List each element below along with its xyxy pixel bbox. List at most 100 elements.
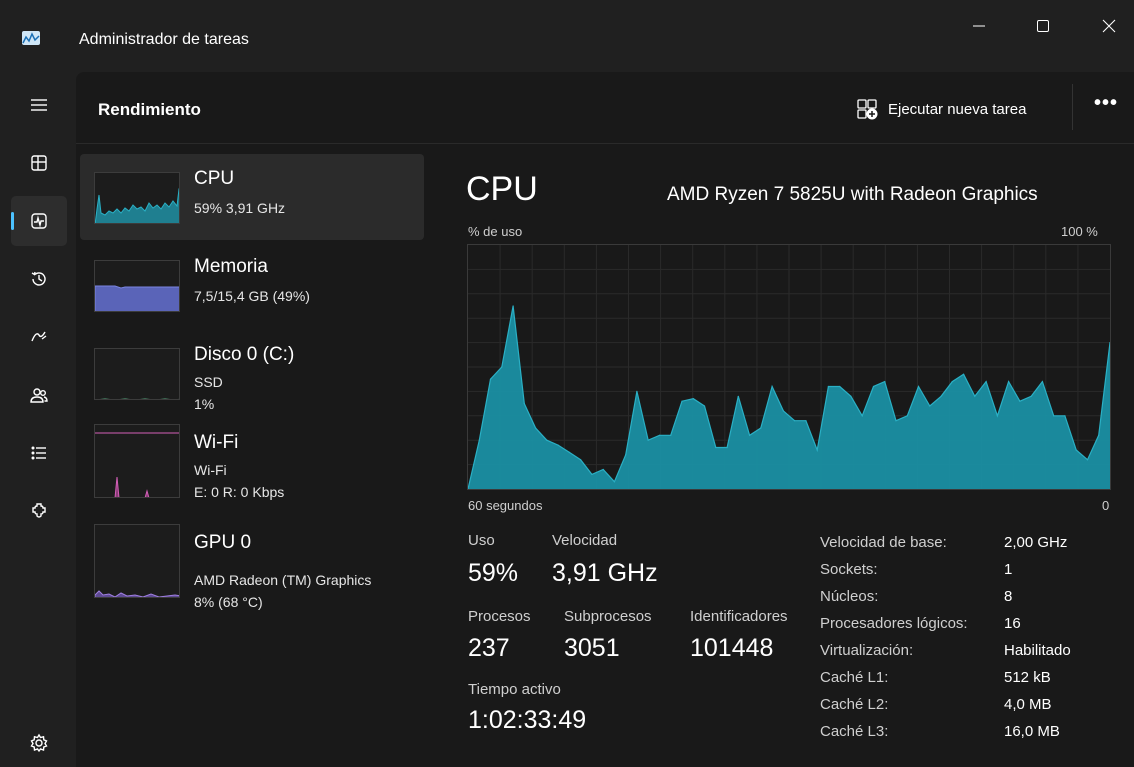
history-icon xyxy=(31,271,46,286)
cpu-usage-point xyxy=(996,415,999,417)
nav-settings[interactable] xyxy=(11,718,67,767)
device-memory[interactable]: Memoria 7,5/15,4 GB (49%) xyxy=(80,242,424,328)
settings-icon xyxy=(30,733,48,753)
run-new-task-label: Ejecutar nueva tarea xyxy=(888,100,1027,118)
cpu-usage-point xyxy=(737,395,739,397)
cpu-usage-point xyxy=(591,473,593,475)
procesos-label: Procesos xyxy=(468,608,531,625)
cpu-usage-point xyxy=(850,395,852,397)
velocidad-label: Velocidad xyxy=(552,532,618,549)
cpu-usage-point xyxy=(782,410,784,412)
cpu-usage-point xyxy=(760,427,762,429)
page-title: Rendimiento xyxy=(98,100,201,119)
velocidad-value: 3,91 GHz xyxy=(552,559,658,587)
device-name: Disco 0 (C:) xyxy=(194,344,295,365)
performance-icon xyxy=(31,213,47,229)
cpu-usage-point xyxy=(1008,381,1010,383)
cpu-usage-point xyxy=(692,398,694,400)
cpu-usage-point xyxy=(478,439,480,441)
nav-processes[interactable] xyxy=(11,138,67,188)
nav-app-history[interactable] xyxy=(11,254,67,304)
services-icon xyxy=(32,503,46,518)
cpu-usage-point xyxy=(985,381,987,383)
cpu-usage-point xyxy=(636,390,638,392)
uptime-value: 1:02:33:49 xyxy=(468,706,587,734)
processes-icon xyxy=(31,155,47,171)
max-axis-label: 100 % xyxy=(1061,224,1098,239)
cpu-usage-point xyxy=(861,415,863,417)
cpu-usage-point xyxy=(512,305,514,307)
cpu-usage-point xyxy=(501,366,503,368)
nav-performance[interactable] xyxy=(11,196,67,246)
device-stat: 8% (68 °C) xyxy=(194,594,263,610)
cpu-usage-point xyxy=(670,434,672,436)
menu-icon xyxy=(31,99,47,111)
device-name: GPU 0 xyxy=(194,532,252,553)
spec-value: 16 xyxy=(1004,615,1021,632)
spec-value: 2,00 GHz xyxy=(1004,534,1068,551)
cpu-usage-point xyxy=(1041,381,1043,383)
cpu-usage-point xyxy=(1019,400,1021,402)
device-name: CPU xyxy=(194,168,235,189)
device-disk-0[interactable]: Disco 0 (C:) SSD 1% xyxy=(80,330,424,416)
spec-value: Habilitado xyxy=(1004,642,1071,659)
cpu-usage-point xyxy=(1075,449,1077,451)
nav-details[interactable] xyxy=(11,428,67,478)
device-cpu[interactable]: CPU 59% 3,91 GHz xyxy=(80,154,424,240)
new-task-icon xyxy=(857,99,878,120)
nav-services[interactable] xyxy=(11,486,67,536)
spec-label: Núcleos: xyxy=(820,588,879,605)
cpu-usage-point xyxy=(523,403,525,405)
device-stat: 1% xyxy=(194,396,215,412)
memory-thumbnail-graph xyxy=(94,260,180,312)
cpu-usage-point xyxy=(794,420,796,422)
subprocesos-value: 3051 xyxy=(564,634,620,662)
cpu-usage-point xyxy=(647,439,649,441)
uptime-label: Tiempo activo xyxy=(468,681,561,698)
cpu-usage-point xyxy=(805,420,807,422)
cpu-usage-point xyxy=(816,449,818,451)
minimize-button[interactable] xyxy=(957,8,1001,44)
disk-thumbnail-graph xyxy=(94,348,180,400)
device-gpu-0[interactable]: GPU 0 AMD Radeon (TM) Graphics 8% (68 °C… xyxy=(80,518,424,610)
close-button[interactable] xyxy=(1087,8,1131,44)
detail-title: CPU xyxy=(466,170,538,208)
nav-users[interactable] xyxy=(11,370,67,420)
more-options-button[interactable]: ••• xyxy=(1094,92,1118,115)
page-header: Rendimiento Ejecutar nueva tarea ••• xyxy=(76,72,1134,144)
cpu-usage-point xyxy=(749,434,751,436)
device-wifi[interactable]: Wi-Fi Wi-Fi E: 0 R: 0 Kbps xyxy=(80,418,424,504)
maximize-icon xyxy=(1037,20,1049,32)
details-icon xyxy=(31,446,46,460)
wifi-thumbnail-graph xyxy=(94,424,180,498)
cpu-usage-point xyxy=(1086,459,1089,461)
cpu-usage-point xyxy=(726,446,728,449)
cpu-usage-point xyxy=(489,378,492,380)
close-icon xyxy=(1102,19,1116,33)
nav-startup-apps[interactable] xyxy=(11,312,67,362)
uso-value: 59% xyxy=(468,559,519,587)
main-panel: Rendimiento Ejecutar nueva tarea ••• CPU… xyxy=(76,72,1134,767)
spec-label: Caché L1: xyxy=(820,669,889,686)
cpu-usage-point xyxy=(963,373,965,375)
subprocesos-label: Subprocesos xyxy=(564,608,652,625)
cpu-usage-point xyxy=(895,420,897,422)
procesos-value: 237 xyxy=(468,634,510,662)
device-stat: 7,5/15,4 GB (49%) xyxy=(194,288,310,304)
cpu-usage-point xyxy=(1030,395,1032,397)
run-new-task-button[interactable]: Ejecutar nueva tarea xyxy=(856,94,1026,124)
device-name: Memoria xyxy=(194,256,268,277)
device-name: Wi-Fi xyxy=(194,432,239,453)
device-stat: 59% 3,91 GHz xyxy=(194,200,286,216)
cpu-usage-point xyxy=(940,395,942,397)
device-model: AMD Radeon (TM) Graphics xyxy=(194,572,372,588)
maximize-button[interactable] xyxy=(1021,8,1065,44)
cpu-usage-point xyxy=(580,459,582,461)
spec-label: Virtualización: xyxy=(820,642,914,659)
hamburger-menu-button[interactable] xyxy=(11,80,67,130)
cpu-usage-point xyxy=(1064,415,1066,417)
cpu-thumbnail-graph xyxy=(94,172,180,224)
spec-label: Caché L3: xyxy=(820,723,889,740)
cpu-usage-point xyxy=(715,446,717,449)
usage-axis-label: % de uso xyxy=(468,224,523,239)
